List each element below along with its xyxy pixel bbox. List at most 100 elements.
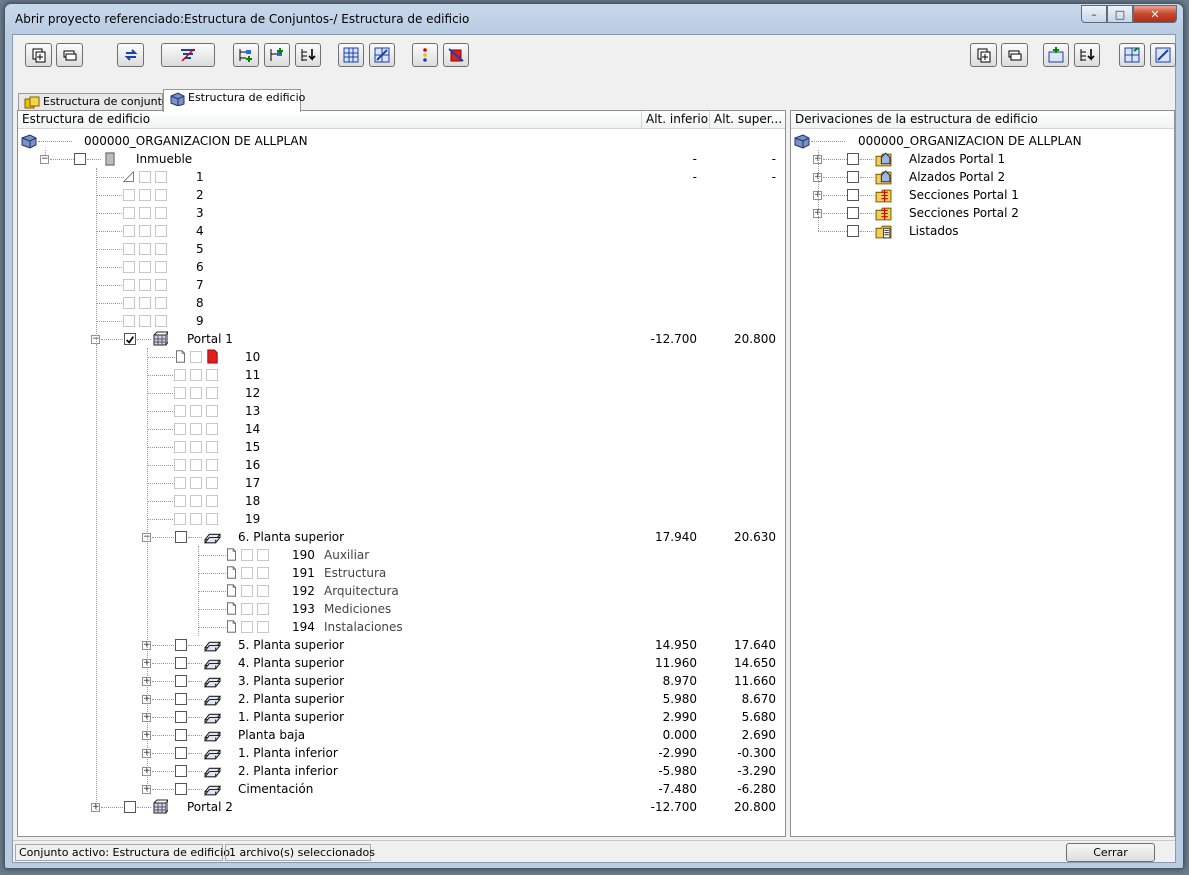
file-slot[interactable] [123, 315, 135, 327]
rename-button[interactable] [56, 43, 83, 67]
file-slot[interactable] [206, 369, 218, 381]
file-slot[interactable] [241, 621, 253, 633]
file-slot[interactable] [241, 603, 253, 615]
file-slot[interactable] [139, 171, 151, 183]
file-slot[interactable] [206, 387, 218, 399]
refresh-button[interactable] [117, 43, 144, 67]
derivations-tree[interactable]: Derivaciones de la estructura de edifici… [790, 110, 1175, 837]
file-slot[interactable] [123, 243, 135, 255]
file-slot[interactable] [190, 477, 202, 489]
file-slot[interactable] [241, 585, 253, 597]
level-checkbox[interactable] [175, 639, 187, 651]
column-header-structure[interactable]: Estructura de edificio [18, 111, 642, 129]
file-slot[interactable] [206, 423, 218, 435]
file-slot[interactable] [174, 423, 186, 435]
column-header-alt-inferior[interactable]: Alt. inferior [642, 111, 710, 129]
close-window-button[interactable]: ✕ [1133, 5, 1177, 23]
level-checkbox[interactable] [175, 765, 187, 777]
file-slot[interactable] [190, 495, 202, 507]
file-slot[interactable] [174, 405, 186, 417]
file-slot[interactable] [206, 495, 218, 507]
file-slot[interactable] [190, 351, 202, 363]
filter-button[interactable] [161, 43, 215, 67]
file-slot[interactable] [155, 315, 167, 327]
file-slot[interactable] [241, 549, 253, 561]
file-slot[interactable] [139, 297, 151, 309]
file-slot[interactable] [174, 477, 186, 489]
file-slot[interactable] [155, 261, 167, 273]
right-rename-button[interactable] [1001, 43, 1028, 67]
derive-button[interactable] [1119, 43, 1145, 67]
inmueble-toggle[interactable]: − [40, 155, 49, 164]
file-slot[interactable] [257, 549, 269, 561]
file-slot[interactable] [206, 459, 218, 471]
file-slot[interactable] [190, 459, 202, 471]
derive-2-button[interactable] [1150, 43, 1176, 67]
cerrar-button[interactable]: Cerrar [1066, 843, 1155, 862]
delete-button[interactable] [443, 43, 469, 67]
file-slot[interactable] [123, 297, 135, 309]
file-slot[interactable] [123, 279, 135, 291]
file-slot[interactable] [190, 423, 202, 435]
file-slot[interactable] [139, 243, 151, 255]
tab-estructura-edificio[interactable]: Estructura de edificio [163, 89, 305, 112]
file-slot[interactable] [190, 405, 202, 417]
assign-derivation-button[interactable] [1074, 43, 1100, 67]
file-slot[interactable] [139, 189, 151, 201]
inmueble-checkbox[interactable] [74, 153, 86, 165]
level-checkbox[interactable] [175, 711, 187, 723]
file-slot[interactable] [257, 567, 269, 579]
column-header-alt-superior[interactable]: Alt. super... [710, 111, 785, 129]
file-slot[interactable] [155, 279, 167, 291]
file-slot[interactable] [174, 513, 186, 525]
file-slot[interactable] [241, 567, 253, 579]
file-slot[interactable] [155, 207, 167, 219]
file-slot[interactable] [139, 261, 151, 273]
file-slot[interactable] [155, 297, 167, 309]
file-slot[interactable] [139, 315, 151, 327]
file-slot[interactable] [206, 477, 218, 489]
file-slot[interactable] [174, 387, 186, 399]
building-structure-tree[interactable]: Estructura de edificio Alt. inferior Alt… [17, 110, 786, 837]
file-slot[interactable] [206, 513, 218, 525]
file-slot[interactable] [155, 171, 167, 183]
file-slot[interactable] [190, 369, 202, 381]
file-slot[interactable] [257, 585, 269, 597]
minimize-button[interactable]: – [1081, 5, 1107, 23]
level-grid-2-button[interactable] [369, 43, 395, 67]
file-slot[interactable] [139, 279, 151, 291]
file-slot[interactable] [190, 441, 202, 453]
file-slot[interactable] [257, 621, 269, 633]
file-slot[interactable] [123, 207, 135, 219]
level-checkbox[interactable] [175, 729, 187, 741]
file-slot[interactable] [174, 369, 186, 381]
level-checkbox[interactable] [175, 657, 187, 669]
file-slot[interactable] [190, 387, 202, 399]
portal2-checkbox[interactable] [124, 801, 136, 813]
file-slot[interactable] [174, 495, 186, 507]
derivation-checkbox[interactable] [847, 153, 859, 165]
level-checkbox[interactable] [175, 675, 187, 687]
color-dots-button[interactable] [412, 43, 438, 67]
derivation-checkbox[interactable] [847, 189, 859, 201]
file-slot[interactable] [139, 225, 151, 237]
file-slot[interactable] [206, 405, 218, 417]
file-slot[interactable] [155, 243, 167, 255]
derivation-checkbox[interactable] [847, 171, 859, 183]
add-level-button[interactable] [264, 43, 290, 67]
level-checkbox[interactable] [175, 693, 187, 705]
level-checkbox[interactable] [175, 747, 187, 759]
add-derivation-button[interactable] [1043, 43, 1069, 67]
file-slot[interactable] [123, 225, 135, 237]
file-slot[interactable] [123, 261, 135, 273]
tab-estructura-conjuntos[interactable]: Estructura de conjuntos [18, 93, 174, 111]
file-slot[interactable] [155, 189, 167, 201]
file-slot[interactable] [155, 225, 167, 237]
right-new-folder-button[interactable] [970, 43, 997, 67]
portal1-checkbox[interactable] [124, 333, 136, 345]
maximize-button[interactable]: □ [1107, 5, 1133, 23]
new-folder-button[interactable] [25, 43, 52, 67]
derivation-checkbox[interactable] [847, 225, 859, 237]
file-slot[interactable] [139, 207, 151, 219]
level-checkbox[interactable] [175, 783, 187, 795]
